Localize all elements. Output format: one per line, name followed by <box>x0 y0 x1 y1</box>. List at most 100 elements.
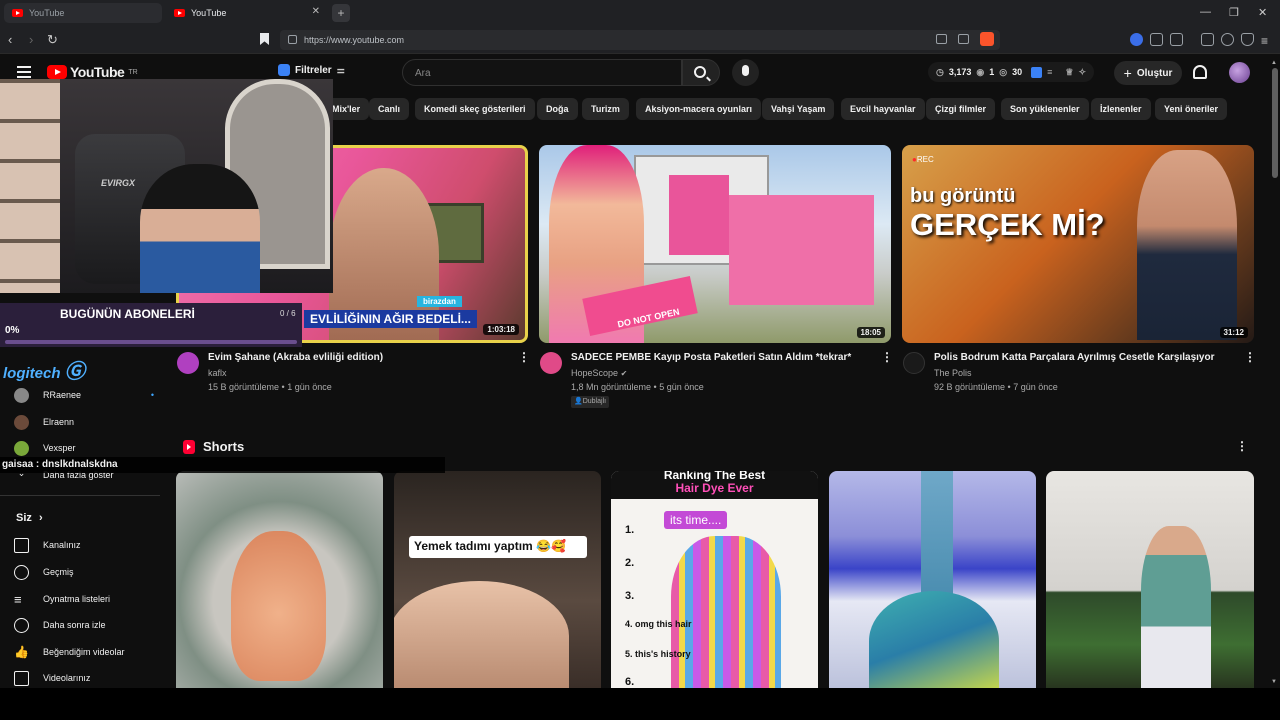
stat-views: 3,173 <box>948 67 972 77</box>
short-thumbnail[interactable]: Yemek tadımı yaptım 😂🥰 <box>394 471 601 688</box>
sidebar-sub-vexsper[interactable]: Vexsper <box>14 437 154 459</box>
sidebar-sub-rraenee[interactable]: RRaenee • <box>14 384 154 406</box>
close-window-icon[interactable]: ✕ <box>1258 6 1267 19</box>
chip-cizgi-filmler[interactable]: Çizgi filmler <box>926 98 996 120</box>
sidebar-toggle-icon[interactable] <box>1201 33 1214 46</box>
sidebar-item-channel[interactable]: Kanalınız <box>14 534 154 556</box>
new-tab-button[interactable]: + <box>332 4 350 22</box>
screenshot-icon[interactable] <box>1170 33 1183 46</box>
tab-title: YouTube <box>29 8 65 18</box>
chip-izlenenler[interactable]: İzlenenler <box>1091 98 1151 120</box>
chip-aksiyon[interactable]: Aksiyon-macera oyunları <box>636 98 762 120</box>
channel-avatar[interactable] <box>177 352 199 374</box>
chip-doga[interactable]: Doğa <box>537 98 578 120</box>
chip-komedi[interactable]: Komedi skeç gösterileri <box>415 98 535 120</box>
user-avatar[interactable] <box>1229 62 1250 83</box>
channel-avatar <box>14 440 29 456</box>
video-title[interactable]: SADECE PEMBE Kayıp Posta Paketleri Satın… <box>571 351 851 364</box>
sidebar-item-your-videos[interactable]: Videolarınız <box>14 667 154 689</box>
shorts-more-options-icon[interactable]: ⋮ <box>1236 439 1248 453</box>
video-duration: 1:03:18 <box>483 324 519 335</box>
sliders-icon: ⚌ <box>336 64 345 75</box>
youtube-logo[interactable]: YouTube TR <box>47 64 138 80</box>
search-button[interactable] <box>682 59 720 86</box>
ranking-item: 4. omg this hair <box>625 619 692 629</box>
more-options-icon[interactable]: ⋮ <box>1244 350 1256 364</box>
sidebar-item-playlists[interactable]: ≡ Oynatma listeleri <box>14 588 154 610</box>
site-settings-icon[interactable] <box>288 35 297 44</box>
create-button[interactable]: + Oluştur <box>1114 61 1182 85</box>
short-thumbnail[interactable] <box>829 471 1036 688</box>
forward-icon[interactable]: › <box>29 32 33 47</box>
address-bar[interactable]: https://www.youtube.com <box>280 30 1000 50</box>
ranking-item: 2. <box>625 557 635 569</box>
your-videos-icon <box>14 670 29 686</box>
stats-extension[interactable]: ◷ 3,173 ◉ 1 ◎ 30 ≡ ♕ ✧ <box>928 62 1095 82</box>
video-title[interactable]: Polis Bodrum Katta Parçalara Ayrılmış Ce… <box>934 351 1215 364</box>
create-label: Oluştur <box>1136 67 1173 79</box>
sparkle-icon: ✧ <box>1078 66 1087 77</box>
vpn-shield-icon[interactable] <box>1241 33 1254 46</box>
sidebar-sub-elraenn[interactable]: Elraenn <box>14 411 154 433</box>
hamburger-menu-icon[interactable] <box>17 66 31 78</box>
brave-shield-icon[interactable] <box>980 32 994 46</box>
short-thumbnail[interactable]: Ranking The Best Hair Dye Ever its time.… <box>611 471 818 688</box>
youtube-favicon-icon <box>12 9 23 17</box>
channel-name[interactable]: kaflx <box>208 366 227 380</box>
browser-tab-1[interactable]: YouTube <box>4 3 162 23</box>
channel-avatar <box>14 414 29 430</box>
chip-yeni-oneriler[interactable]: Yeni öneriler <box>1155 98 1228 120</box>
scrollbar-thumb[interactable] <box>1272 68 1278 178</box>
restore-icon[interactable]: ❐ <box>1229 6 1239 19</box>
leo-ai-icon[interactable] <box>1221 33 1234 46</box>
notifications-bell-icon[interactable] <box>1193 65 1207 79</box>
thumbs-up-icon: 👍 <box>14 644 29 659</box>
voice-search-button[interactable] <box>732 59 759 86</box>
channel-name[interactable]: The Polis <box>934 366 972 380</box>
live-dot: • <box>150 390 154 400</box>
thumbnail-person <box>1137 150 1237 340</box>
extension-icon[interactable] <box>1130 33 1143 46</box>
thumbnail-caption-small: birazdan <box>417 296 462 307</box>
channel-avatar[interactable] <box>540 352 562 374</box>
chair-brand-text: EVIRGX <box>101 178 136 188</box>
back-icon[interactable]: ‹ <box>8 32 12 47</box>
channel-name-text: HopeScope <box>571 368 619 378</box>
video-thumbnail[interactable]: ●REC bu görüntü GERÇEK Mİ? 31:12 <box>902 145 1254 343</box>
chip-vahsi-yasam[interactable]: Vahşi Yaşam <box>762 98 835 120</box>
scroll-down-icon[interactable]: ▼ <box>1271 679 1277 685</box>
channel-name[interactable]: HopeScope ✔ <box>571 366 627 381</box>
close-tab-icon[interactable]: ✕ <box>312 6 320 17</box>
video-title[interactable]: Evim Şahane (Akraba evliliği edition) <box>208 351 383 364</box>
chip-turizm[interactable]: Turizm <box>582 98 629 120</box>
search-input[interactable]: Ara <box>402 59 682 86</box>
short-thumbnail[interactable] <box>176 471 383 688</box>
reload-icon[interactable]: ↻ <box>47 32 58 48</box>
chip-son-yuklenenler[interactable]: Son yüklenenler <box>1001 98 1089 120</box>
filters-button[interactable]: Filtreler ⚌ <box>278 64 345 76</box>
channel-icon <box>14 537 29 553</box>
list-icon: ≡ <box>1047 67 1053 77</box>
scroll-up-icon[interactable]: ▲ <box>1271 60 1277 66</box>
sidebar-item-watch-later[interactable]: Daha sonra izle <box>14 614 154 636</box>
chip-canli[interactable]: Canlı <box>369 98 410 120</box>
chip-evcil-hayvanlar[interactable]: Evcil hayvanlar <box>841 98 925 120</box>
verified-check-icon: ✔ <box>620 369 628 378</box>
sidebar-item-liked-videos[interactable]: 👍 Beğendiğim videolar <box>14 641 154 663</box>
cast-icon[interactable] <box>936 34 947 44</box>
sidebar-item-label: Elraenn <box>43 417 75 427</box>
short-thumbnail[interactable] <box>1046 471 1254 688</box>
extensions-puzzle-icon[interactable] <box>1150 33 1163 46</box>
more-options-icon[interactable]: ⋮ <box>518 350 530 364</box>
share-icon[interactable] <box>958 34 969 44</box>
sidebar-item-label: Beğendiğim videolar <box>43 647 125 657</box>
browser-menu-icon[interactable]: ≡ <box>1261 34 1268 48</box>
browser-tab-2[interactable]: YouTube ✕ <box>166 3 326 23</box>
minimize-icon[interactable]: — <box>1200 6 1211 18</box>
subscriber-goal-count: 0 / 6 <box>280 309 296 318</box>
sidebar-you-header[interactable]: Siz › <box>16 512 43 524</box>
video-thumbnail[interactable]: DO NOT OPEN 18:05 <box>539 145 891 343</box>
sidebar-item-history[interactable]: Geçmiş <box>14 561 154 583</box>
channel-avatar[interactable] <box>903 352 925 374</box>
more-options-icon[interactable]: ⋮ <box>881 350 893 364</box>
